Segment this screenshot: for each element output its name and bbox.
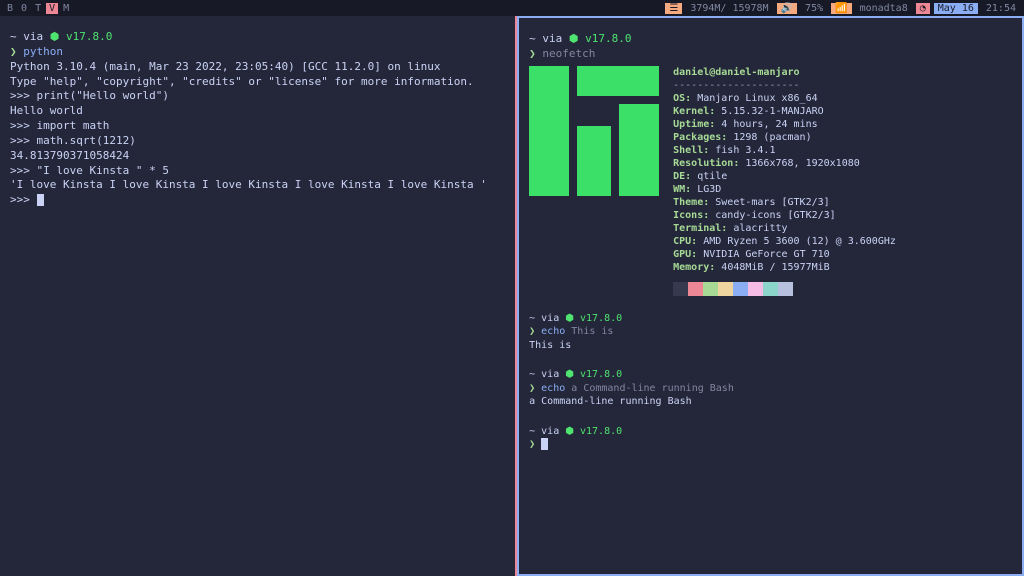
wifi-status: monadta8 [856,3,912,14]
sysinfo-row: OS: Manjaro Linux x86_64 [673,92,896,105]
neofetch-output: daniel@daniel-manjaro ------------------… [529,66,1012,274]
manjaro-logo [529,66,659,196]
sysinfo-row: Resolution: 1366x768, 1920x1080 [673,157,896,170]
cursor-line[interactable]: ❯ [529,438,1012,452]
sysinfo: daniel@daniel-manjaro ------------------… [673,66,896,274]
time-status: 21:54 [982,3,1020,14]
color-swatch [673,282,688,296]
top-bar: B0TVM ☰ 3794M/ 15978M 🔊 75% 📶 monadta8 ◔… [0,0,1024,16]
sysinfo-row: Theme: Sweet-mars [GTK2/3] [673,196,896,209]
workspace-tag[interactable]: M [60,3,72,14]
sysinfo-row: Shell: fish 3.4.1 [673,144,896,157]
workspace-list: B0TVM [4,3,104,14]
prompt-line: ~ via ⬢ v17.8.0 [10,30,505,45]
terminal-left[interactable]: ~ via ⬢ v17.8.0 ❯ python Python 3.10.4 (… [0,16,517,576]
command-line: ❯ echo This is [529,325,1012,339]
terminal-line: >>> import math [10,119,505,134]
mem-icon: ☰ [665,3,682,14]
terminal-line: This is [529,339,1012,353]
terminal-line: Hello world [10,104,505,119]
terminal-line: >>> print("Hello world") [10,89,505,104]
date-status: May 16 [934,3,978,14]
workspace-tag[interactable]: 0 [18,3,30,14]
terminal-line: >>> [10,193,505,208]
color-swatch [748,282,763,296]
terminal-line: >>> "I love Kinsta " * 5 [10,164,505,179]
sysinfo-row: DE: qtile [673,170,896,183]
color-swatch [688,282,703,296]
status-right: ☰ 3794M/ 15978M 🔊 75% 📶 monadta8 ◔ May 1… [665,3,1020,14]
color-swatch [703,282,718,296]
vol-status: 75% [801,3,827,14]
terminal-line: a Command-line running Bash [529,395,1012,409]
sysinfo-row: Memory: 4048MiB / 15977MiB [673,261,896,274]
terminal-line: Python 3.10.4 (main, Mar 23 2022, 23:05:… [10,60,505,75]
command-line: ❯ python [10,45,505,60]
workspace-tag[interactable]: B [4,3,16,14]
user-host: daniel@daniel-manjaro [673,67,799,78]
sysinfo-row: Icons: candy-icons [GTK2/3] [673,209,896,222]
color-swatch [778,282,793,296]
terminal-line: 34.813790371058424 [10,149,505,164]
wifi-icon: 📶 [831,3,851,14]
color-swatch [718,282,733,296]
sysinfo-row: GPU: NVIDIA GeForce GT 710 [673,248,896,261]
workspace-tag[interactable]: T [32,3,44,14]
vol-icon: 🔊 [777,3,797,14]
color-swatch [733,282,748,296]
prompt-line: ~ via ⬢ v17.8.0 [529,368,1012,382]
sysinfo-row: CPU: AMD Ryzen 5 3600 (12) @ 3.600GHz [673,235,896,248]
sysinfo-row: Terminal: alacritty [673,222,896,235]
cursor-icon [37,194,44,206]
sysinfo-row: Uptime: 4 hours, 24 mins [673,118,896,131]
sysinfo-row: WM: LG3D [673,183,896,196]
command-line: ❯ echo a Command-line running Bash [529,382,1012,396]
terminal-line: 'I love Kinsta I love Kinsta I love Kins… [10,178,505,193]
color-swatches [673,282,1012,296]
divider: --------------------- [673,79,896,92]
sysinfo-row: Packages: 1298 (pacman) [673,131,896,144]
sysinfo-row: Kernel: 5.15.32-1-MANJARO [673,105,896,118]
prompt-line: ~ via ⬢ v17.8.0 [529,425,1012,439]
tiling-panes: ~ via ⬢ v17.8.0 ❯ python Python 3.10.4 (… [0,16,1024,576]
os-icon: ◔ [916,3,930,14]
terminal-line: >>> math.sqrt(1212) [10,134,505,149]
prompt-line: ~ via ⬢ v17.8.0 [529,32,1012,47]
color-swatch [763,282,778,296]
cursor-icon [541,438,548,450]
command-line: ❯ neofetch [529,47,1012,62]
terminal-line: Type "help", "copyright", "credits" or "… [10,75,505,90]
prompt-line: ~ via ⬢ v17.8.0 [529,312,1012,326]
terminal-right[interactable]: ~ via ⬢ v17.8.0 ❯ neofetch daniel@daniel… [517,16,1024,576]
workspace-tag[interactable]: V [46,3,58,14]
mem-status: 3794M/ 15978M [686,3,772,14]
